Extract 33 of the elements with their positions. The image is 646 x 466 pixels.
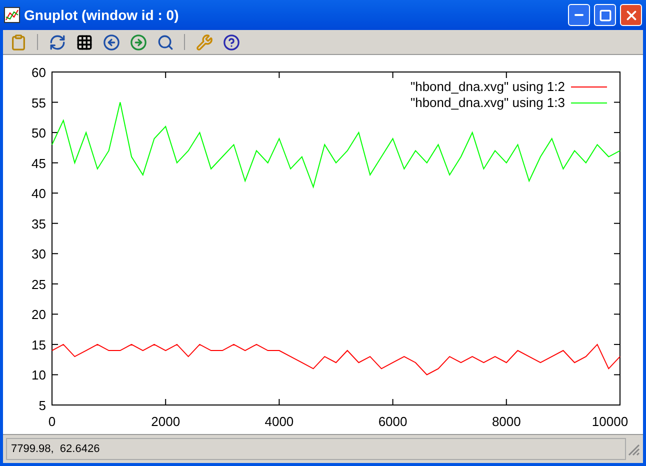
status-text: 7799.98, 62.6426 bbox=[6, 438, 626, 460]
x-tick-label: 10000 bbox=[592, 414, 628, 429]
y-tick-label: 45 bbox=[32, 156, 46, 171]
close-button[interactable] bbox=[620, 4, 642, 26]
y-tick-label: 15 bbox=[32, 337, 46, 352]
app-icon bbox=[4, 7, 20, 23]
x-tick-label: 8000 bbox=[492, 414, 521, 429]
y-tick-label: 60 bbox=[32, 65, 46, 80]
y-tick-label: 50 bbox=[32, 126, 46, 141]
x-tick-label: 4000 bbox=[264, 414, 294, 429]
zoom-back-button[interactable] bbox=[101, 32, 121, 52]
y-tick-label: 35 bbox=[32, 216, 46, 232]
y-tick-label: 30 bbox=[32, 246, 46, 262]
x-tick-label: 0 bbox=[48, 414, 56, 429]
maximize-icon bbox=[598, 8, 612, 22]
x-tick-label: 2000 bbox=[151, 414, 180, 429]
y-tick-label: 25 bbox=[32, 276, 46, 292]
y-tick-label: 40 bbox=[32, 186, 46, 202]
legend-line-sample bbox=[570, 86, 608, 88]
legend-line-sample bbox=[570, 102, 608, 104]
y-tick-label: 55 bbox=[32, 95, 46, 110]
window-title: Gnuplot (window id : 0) bbox=[24, 6, 180, 25]
x-tick-label: 6000 bbox=[378, 414, 408, 429]
legend-label: "hbond_dna.xvg" using 1:2 bbox=[410, 79, 565, 94]
y-tick-label: 20 bbox=[32, 307, 46, 322]
help-button[interactable] bbox=[221, 32, 241, 52]
resize-grip-icon bbox=[626, 442, 640, 456]
zoom-forward-button[interactable] bbox=[128, 32, 148, 52]
y-tick-label: 10 bbox=[32, 368, 46, 383]
legend-label: "hbond_dna.xvg" using 1:3 bbox=[410, 95, 565, 110]
maximize-button[interactable] bbox=[594, 4, 616, 26]
y-tick-label: 5 bbox=[38, 398, 46, 413]
minimize-button[interactable] bbox=[568, 4, 590, 26]
